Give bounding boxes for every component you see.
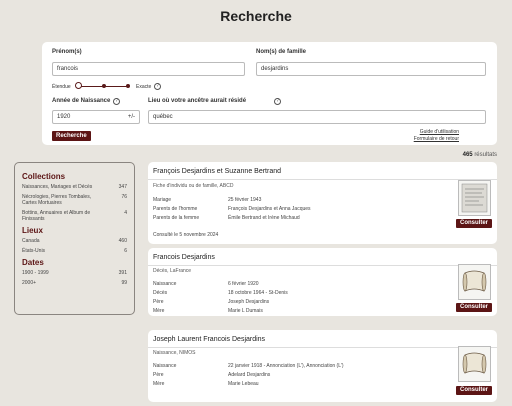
field-value: 25 février 1943 bbox=[228, 197, 262, 203]
result-card: François Desjardins et Suzanne Bertrand … bbox=[148, 162, 497, 244]
document-scan-icon[interactable] bbox=[458, 180, 491, 216]
results-count-number: 465 bbox=[462, 152, 473, 158]
scroll-icon[interactable] bbox=[458, 264, 491, 300]
result-subtitle: Naissance, NIMOS bbox=[153, 350, 196, 356]
field-label: Parents de la femme bbox=[153, 215, 200, 221]
divider bbox=[148, 265, 497, 266]
field-value: Marie Lebeau bbox=[228, 381, 259, 387]
result-title[interactable]: François Desjardins et Suzanne Bertrand bbox=[153, 168, 281, 175]
filter-item[interactable]: 2000+ 99 bbox=[22, 280, 127, 286]
results-count: 465 résultats bbox=[463, 152, 497, 158]
divider bbox=[148, 347, 497, 348]
field-value: 6 février 1920 bbox=[228, 281, 259, 287]
filter-item[interactable]: 1900 - 1999 391 bbox=[22, 270, 127, 276]
page-title: Recherche bbox=[220, 8, 292, 24]
field-label: Décès bbox=[153, 290, 168, 296]
filter-item[interactable]: États-Unis 6 bbox=[22, 248, 127, 254]
filter-sidebar: Collections Naissances, Mariages et Décè… bbox=[14, 162, 135, 315]
place-input[interactable]: québec bbox=[148, 110, 486, 124]
last-name-input[interactable]: desjardins bbox=[256, 62, 486, 76]
place-label: Lieu où votre ancêtre aurait résidé bbox=[148, 98, 247, 104]
collections-heading: Collections bbox=[22, 172, 66, 181]
field-label: Père bbox=[153, 372, 164, 378]
field-label: Mère bbox=[153, 308, 165, 314]
dates-heading: Dates bbox=[22, 258, 44, 267]
precision-slider-step[interactable] bbox=[102, 84, 106, 88]
help-icon[interactable]: ? bbox=[154, 83, 161, 90]
field-label: Père bbox=[153, 299, 164, 305]
field-label: Parents de l'homme bbox=[153, 206, 198, 212]
search-button[interactable]: Recherche bbox=[52, 131, 91, 141]
field-value: 22 janvier 1918 - Annonciation (L'), Ann… bbox=[228, 363, 344, 369]
birth-year-value: 1920 bbox=[57, 114, 71, 120]
filter-item[interactable]: Bottins, Annuaires et Album de Finissant… bbox=[22, 210, 127, 222]
feedback-link[interactable]: Formulaire de retour bbox=[414, 136, 459, 142]
scroll-icon[interactable] bbox=[458, 346, 491, 382]
result-card: Francois Desjardins Décès, LaFrance Nais… bbox=[148, 248, 497, 316]
birth-year-input[interactable]: 1920 +/- bbox=[52, 110, 140, 124]
consult-button[interactable]: Consulter bbox=[456, 303, 492, 312]
result-subtitle: Décès, LaFrance bbox=[153, 268, 192, 274]
precision-slider-step[interactable] bbox=[126, 84, 130, 88]
field-label: Mariage bbox=[153, 197, 172, 203]
help-icon[interactable]: ? bbox=[113, 98, 120, 105]
search-form: Prénom(s) francois Nom(s) de famille des… bbox=[42, 42, 497, 145]
consult-button[interactable]: Consulter bbox=[456, 219, 492, 228]
filter-item[interactable]: Nécrologies, Pierres Tombales, Cartes Mo… bbox=[22, 194, 127, 206]
birth-year-tolerance: +/- bbox=[127, 114, 135, 120]
first-name-input[interactable]: francois bbox=[52, 62, 245, 76]
guide-link[interactable]: Guide d'utilisation bbox=[420, 129, 459, 135]
first-name-label: Prénom(s) bbox=[52, 49, 82, 55]
field-value: Adelard Desjardins bbox=[228, 372, 271, 378]
result-title[interactable]: Francois Desjardins bbox=[153, 254, 215, 261]
result-subtitle: Fiche d'individu ou de famille, ABCD bbox=[153, 183, 234, 189]
birth-year-label: Année de Naissance bbox=[52, 98, 111, 104]
field-value: 18 octobre 1964 - St-Denis bbox=[228, 290, 288, 296]
field-value: Joseph Desjardins bbox=[228, 299, 270, 305]
result-title[interactable]: Joseph Laurent Francois Desjardins bbox=[153, 336, 265, 343]
divider bbox=[148, 179, 497, 180]
filter-item[interactable]: Canada 460 bbox=[22, 238, 127, 244]
places-heading: Lieux bbox=[22, 226, 43, 235]
filter-item[interactable]: Naissances, Mariages et Décès 347 bbox=[22, 184, 127, 190]
precision-slider-thumb[interactable] bbox=[75, 82, 82, 89]
field-value: Émile Bertrand et Irène Michaud bbox=[228, 215, 300, 221]
consult-button[interactable]: Consulter bbox=[456, 386, 492, 395]
field-value: Marie L Dumais bbox=[228, 308, 263, 314]
help-icon[interactable]: ? bbox=[274, 98, 281, 105]
last-name-label: Nom(s) de famille bbox=[256, 49, 307, 55]
field-label: Naissance bbox=[153, 281, 177, 287]
results-count-label: résultats bbox=[474, 152, 497, 158]
field-value: François Desjardins et Anna Jacques bbox=[228, 206, 311, 212]
precision-right-label: Exacte bbox=[136, 84, 152, 90]
consulted-note: Consulté le 5 novembre 2024 bbox=[153, 232, 219, 238]
precision-left-label: Étendue bbox=[52, 84, 71, 90]
field-label: Mère bbox=[153, 381, 165, 387]
result-card: Joseph Laurent Francois Desjardins Naiss… bbox=[148, 330, 497, 402]
field-label: Naissance bbox=[153, 363, 177, 369]
